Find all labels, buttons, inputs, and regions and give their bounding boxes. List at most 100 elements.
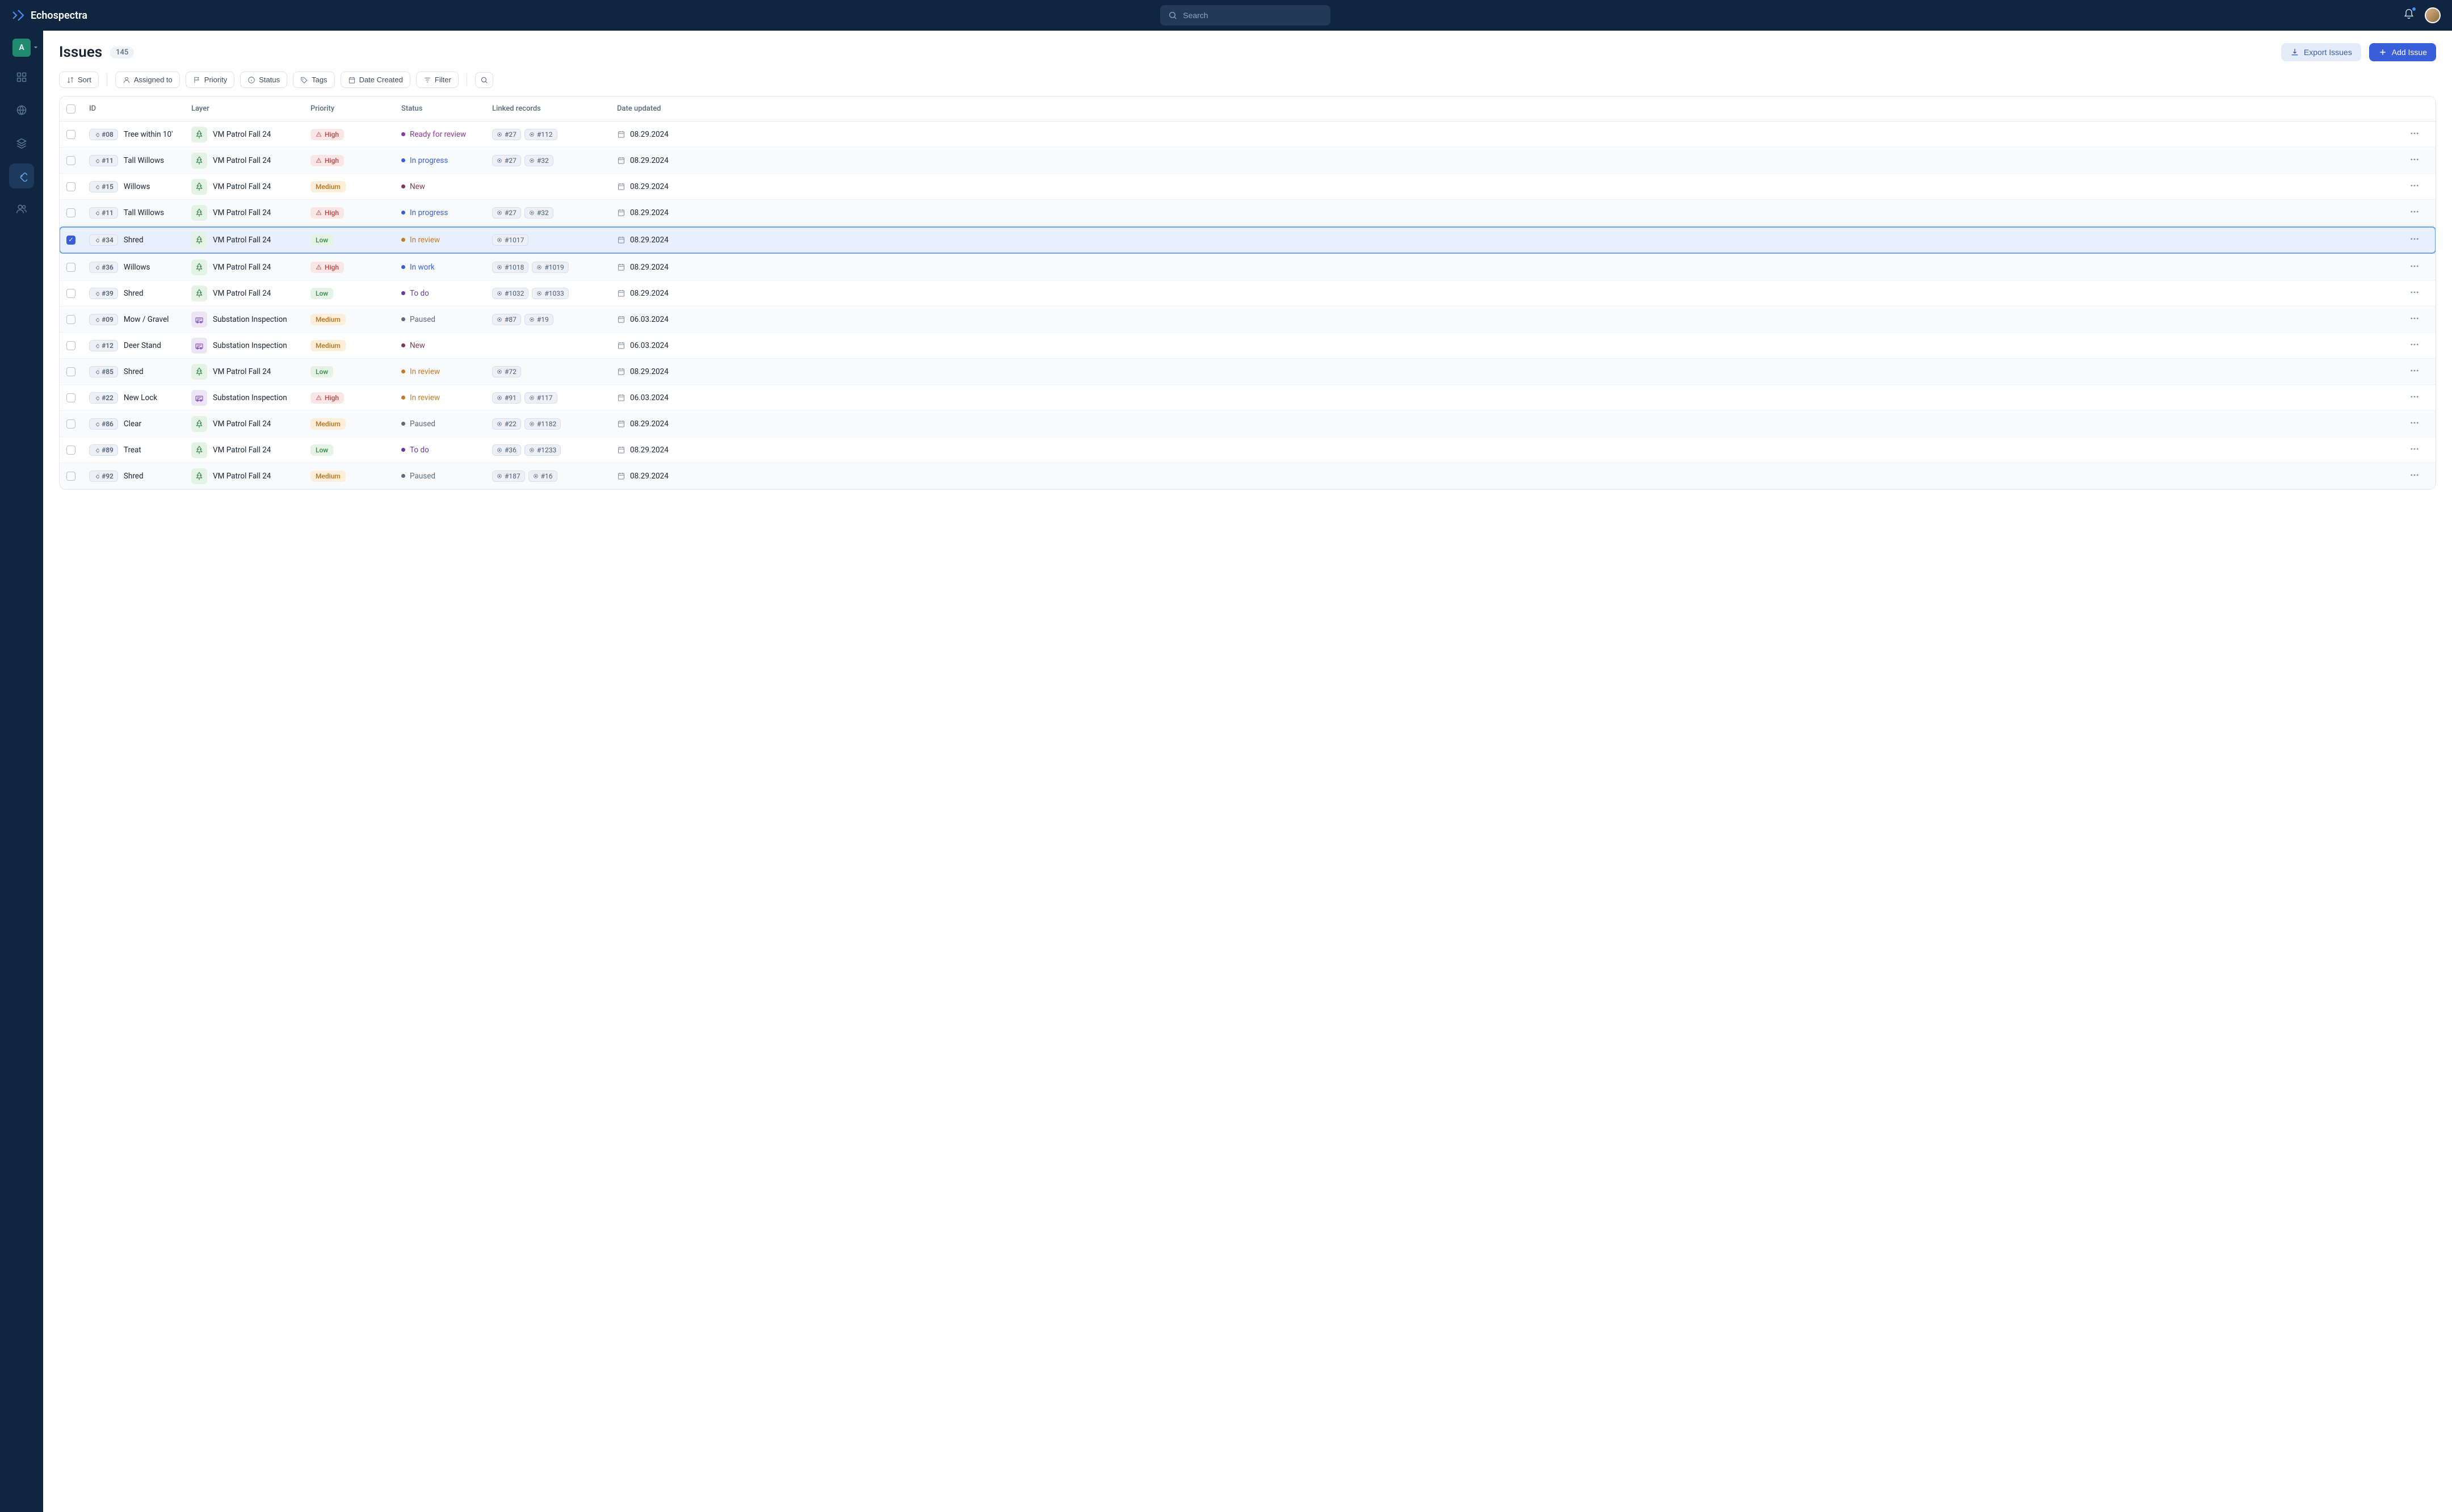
status-pill[interactable]: Status <box>240 72 287 88</box>
row-actions-menu[interactable] <box>2400 234 2429 246</box>
nav-layers[interactable] <box>9 131 34 156</box>
issue-id-pill[interactable]: #89 <box>89 444 118 456</box>
row-actions-menu[interactable] <box>2400 154 2429 167</box>
nav-globe[interactable] <box>9 98 34 123</box>
col-date[interactable]: Date updated <box>617 104 2400 113</box>
issue-id-pill[interactable]: #36 <box>89 262 118 273</box>
table-row[interactable]: #92 Shred VM Patrol Fall 24 Medium Pause… <box>60 463 2436 489</box>
row-checkbox[interactable] <box>66 263 75 272</box>
row-checkbox[interactable] <box>66 315 75 324</box>
linked-record-pill[interactable]: #27 <box>492 207 521 219</box>
col-layer[interactable]: Layer <box>191 104 310 113</box>
row-actions-menu[interactable] <box>2400 418 2429 430</box>
issue-id-pill[interactable]: #09 <box>89 314 118 325</box>
row-checkbox[interactable] <box>66 472 75 481</box>
linked-record-pill[interactable]: #1182 <box>524 418 561 430</box>
org-switcher[interactable]: A <box>12 39 31 57</box>
issue-id-pill[interactable]: #85 <box>89 366 118 377</box>
row-checkbox[interactable] <box>66 236 75 245</box>
row-checkbox[interactable] <box>66 341 75 350</box>
linked-record-pill[interactable]: #32 <box>524 207 553 219</box>
linked-record-pill[interactable]: #16 <box>528 471 557 482</box>
linked-record-pill[interactable]: #112 <box>524 129 557 140</box>
select-all-checkbox[interactable] <box>66 104 75 114</box>
issue-id-pill[interactable]: #11 <box>89 155 118 166</box>
row-checkbox[interactable] <box>66 419 75 429</box>
row-actions-menu[interactable] <box>2400 207 2429 219</box>
col-linked[interactable]: Linked records <box>492 104 617 113</box>
linked-record-pill[interactable]: #72 <box>492 366 521 377</box>
linked-record-pill[interactable]: #117 <box>524 392 557 404</box>
linked-record-pill[interactable]: #91 <box>492 392 521 404</box>
filter-pill[interactable]: Filter <box>416 72 459 88</box>
nav-users[interactable] <box>9 196 34 221</box>
tags-pill[interactable]: Tags <box>293 72 334 88</box>
linked-record-pill[interactable]: #187 <box>492 471 525 482</box>
table-row[interactable]: #12 Deer Stand Substation Inspection Med… <box>60 333 2436 359</box>
table-row[interactable]: #36 Willows VM Patrol Fall 24 High In wo… <box>60 254 2436 280</box>
sort-pill[interactable]: Sort <box>59 72 99 88</box>
linked-record-pill[interactable]: #1018 <box>492 262 528 273</box>
issue-id-pill[interactable]: #15 <box>89 181 118 192</box>
linked-record-pill[interactable]: #1019 <box>532 262 568 273</box>
issue-id-pill[interactable]: #34 <box>89 234 118 246</box>
row-checkbox[interactable] <box>66 208 75 217</box>
issue-id-pill[interactable]: #22 <box>89 392 118 404</box>
issue-id-pill[interactable]: #11 <box>89 207 118 219</box>
search-box[interactable] <box>1160 5 1330 26</box>
linked-record-pill[interactable]: #1033 <box>532 288 568 299</box>
table-row[interactable]: #11 Tall Willows VM Patrol Fall 24 High … <box>60 148 2436 174</box>
table-row[interactable]: #09 Mow / Gravel Substation Inspection M… <box>60 306 2436 333</box>
col-status[interactable]: Status <box>401 104 492 113</box>
row-checkbox[interactable] <box>66 367 75 376</box>
col-priority[interactable]: Priority <box>310 104 401 113</box>
row-actions-menu[interactable] <box>2400 261 2429 274</box>
row-actions-menu[interactable] <box>2400 287 2429 300</box>
add-issue-button[interactable]: Add Issue <box>2369 43 2436 61</box>
row-actions-menu[interactable] <box>2400 392 2429 404</box>
issue-id-pill[interactable]: #92 <box>89 471 118 482</box>
issue-id-pill[interactable]: #08 <box>89 129 118 140</box>
row-checkbox[interactable] <box>66 289 75 298</box>
linked-record-pill[interactable]: #1233 <box>524 444 561 456</box>
table-row[interactable]: #85 Shred VM Patrol Fall 24 Low In revie… <box>60 359 2436 385</box>
table-row[interactable]: #11 Tall Willows VM Patrol Fall 24 High … <box>60 200 2436 226</box>
row-actions-menu[interactable] <box>2400 180 2429 193</box>
row-actions-menu[interactable] <box>2400 470 2429 482</box>
table-row[interactable]: #22 New Lock Substation Inspection High … <box>60 385 2436 411</box>
col-id[interactable]: ID <box>89 104 191 113</box>
notifications-button[interactable] <box>2403 9 2415 22</box>
row-checkbox[interactable] <box>66 182 75 191</box>
linked-record-pill[interactable]: #22 <box>492 418 521 430</box>
table-row[interactable]: #34 Shred VM Patrol Fall 24 Low In revie… <box>60 227 2436 253</box>
row-actions-menu[interactable] <box>2400 366 2429 378</box>
linked-record-pill[interactable]: #27 <box>492 129 521 140</box>
date-created-pill[interactable]: Date Created <box>341 72 410 88</box>
nav-issues[interactable] <box>9 163 34 188</box>
table-row[interactable]: #86 Clear VM Patrol Fall 24 Medium Pause… <box>60 411 2436 437</box>
row-checkbox[interactable] <box>66 393 75 402</box>
search-input[interactable] <box>1183 11 1322 20</box>
row-actions-menu[interactable] <box>2400 444 2429 456</box>
table-row[interactable]: #08 Tree within 10' VM Patrol Fall 24 Hi… <box>60 121 2436 148</box>
linked-record-pill[interactable]: #32 <box>524 155 553 166</box>
row-checkbox[interactable] <box>66 156 75 165</box>
assigned-pill[interactable]: Assigned to <box>115 72 180 88</box>
table-row[interactable]: #89 Treat VM Patrol Fall 24 Low To do #3… <box>60 437 2436 463</box>
linked-record-pill[interactable]: #27 <box>492 155 521 166</box>
issue-id-pill[interactable]: #86 <box>89 418 118 430</box>
issue-id-pill[interactable]: #39 <box>89 288 118 299</box>
export-issues-button[interactable]: Export Issues <box>2281 43 2361 61</box>
row-actions-menu[interactable] <box>2400 339 2429 352</box>
linked-record-pill[interactable]: #19 <box>524 314 553 325</box>
row-checkbox[interactable] <box>66 446 75 455</box>
nav-dashboard[interactable] <box>9 65 34 90</box>
table-row[interactable]: #15 Willows VM Patrol Fall 24 Medium New… <box>60 174 2436 200</box>
priority-pill[interactable]: Priority <box>186 72 234 88</box>
brand[interactable]: Echospectra <box>11 9 87 22</box>
linked-record-pill[interactable]: #36 <box>492 444 521 456</box>
linked-record-pill[interactable]: #1017 <box>492 234 528 246</box>
search-pill[interactable] <box>475 72 493 88</box>
table-row[interactable]: #39 Shred VM Patrol Fall 24 Low To do #1… <box>60 280 2436 306</box>
row-actions-menu[interactable] <box>2400 313 2429 326</box>
